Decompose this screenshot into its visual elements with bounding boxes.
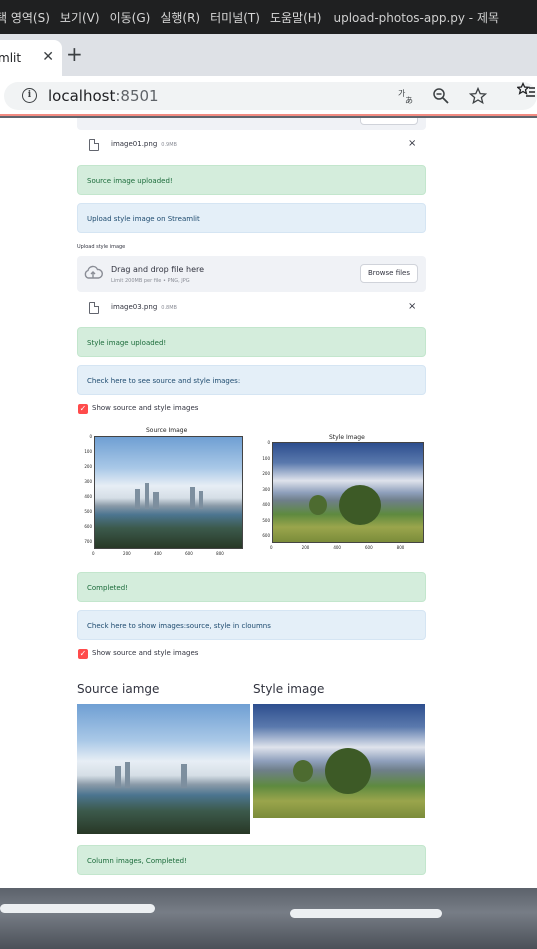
style-image-figure: Style Image 0 100 200 300 400 500 600 0 200 400 6… [257,433,427,558]
source-column-image [77,704,250,834]
info-icon[interactable]: i [22,88,37,103]
y-tick-label: 700 [84,539,92,545]
url-text[interactable]: localhost:8501 [48,87,159,105]
menu-item-selection[interactable]: 택 영역(S) [0,9,50,26]
x-tick-label: 600 [185,551,193,556]
source-browse-button[interactable] [360,118,418,125]
cloud-upload-icon [83,265,103,281]
url-port: :8501 [115,87,159,105]
new-tab-icon[interactable]: + [66,44,83,64]
y-tick-label: 500 [84,509,92,515]
style-column-header: Style image [253,682,325,696]
browse-files-button[interactable]: Browse files [360,264,418,283]
y-tick-label: 300 [84,479,92,485]
x-tick-label: 200 [123,551,131,556]
style-column-image [253,704,425,818]
show-columns-checkbox[interactable]: ✓ [78,649,88,659]
x-tick-label: 400 [333,545,341,550]
browser-tab[interactable]: mlit ✕ [0,40,62,76]
url-host: localhost [48,87,116,105]
menu-item-view[interactable]: 보기(V) [60,9,100,26]
y-tick-label: 100 [84,449,92,455]
svg-text:あ: あ [405,96,413,105]
tab-label: mlit [0,51,22,65]
menu-item-help[interactable]: 도움말(H) [270,9,322,26]
source-figure-title: Source Image [146,427,188,434]
completed-alert: Completed! [77,572,426,602]
menu-item-terminal[interactable]: 터미널(T) [210,9,260,26]
star-icon[interactable] [468,86,488,109]
style-file-row: image03.png 0.8MB [111,303,177,311]
style-uploader-dropzone[interactable]: Drag and drop file here Limit 200MB per … [77,256,426,292]
x-tick-label: 600 [365,545,373,550]
style-figure-title: Style Image [329,434,365,441]
source-image-figure: Source Image 0 100 200 300 400 500 600 700 0 200… [78,426,248,558]
y-tick-label: 100 [262,455,270,461]
window-title: upload-photos-app.py - 제목 [333,10,500,25]
menu-item-run[interactable]: 실행(R) [160,9,200,26]
x-tick-label: 400 [154,551,162,556]
show-images-checkbox[interactable]: ✓ [78,404,88,414]
style-file-name: image03.png [111,303,158,311]
upload-style-info: Upload style image on Streamlit [77,203,426,233]
source-file-name: image01.png [111,140,158,148]
translate-icon[interactable]: 가あ [397,87,415,109]
remove-style-file-icon[interactable]: × [408,301,416,312]
y-tick-label: 0 [89,434,92,439]
y-tick-label: 600 [84,524,92,530]
zoom-out-icon[interactable] [432,87,450,109]
source-column-header: Source iamge [77,682,160,696]
source-file-size: 0.9MB [161,142,177,148]
menu-bar: 택 영역(S) 보기(V) 이동(G) 실행(R) 터미널(T) 도움말(H) … [0,0,537,34]
x-tick-label: 0 [92,551,95,556]
style-uploader-label: Upload style image [77,244,126,250]
file-icon [89,139,99,151]
menu-item-go[interactable]: 이동(G) [110,9,151,26]
source-file-row: image01.png 0.9MB [111,140,177,148]
source-uploaded-alert: Source image uploaded! [77,165,426,195]
x-tick-label: 0 [270,545,273,550]
x-tick-label: 800 [396,545,405,550]
y-tick-label: 500 [262,517,270,523]
file-icon [89,302,99,314]
x-tick-label: 200 [301,545,310,550]
column-completed-alert: Column images, Completed! [77,845,426,875]
show-images-checkbox-label[interactable]: Show source and style images [92,404,198,412]
source-image-plot [94,436,243,549]
browser-toolbar: i localhost:8501 가あ [0,76,537,116]
address-bar[interactable]: i localhost:8501 가あ [4,82,537,110]
source-uploader-dropzone[interactable] [77,118,426,130]
y-tick-label: 600 [262,533,270,539]
columns-check-info: Check here to show images:source, style … [77,610,426,640]
style-image-plot [272,442,424,543]
style-file-size: 0.8MB [161,305,177,311]
show-columns-checkbox-label[interactable]: Show source and style images [92,649,198,657]
desktop-background [0,888,537,949]
close-tab-icon[interactable]: ✕ [42,49,54,65]
x-tick-label: 800 [216,551,224,556]
remove-source-file-icon[interactable]: × [408,138,416,149]
y-tick-label: 400 [262,502,270,508]
streamlit-page: image01.png 0.9MB × Source image uploaded… [0,118,537,888]
y-tick-label: 200 [262,471,270,477]
y-tick-label: 200 [84,464,92,470]
style-uploaded-alert: Style image uploaded! [77,327,426,357]
y-tick-label: 300 [262,486,270,492]
y-tick-label: 0 [267,440,270,445]
limit-text: Limit 200MB per file • PNG, JPG [111,278,190,284]
favorites-icon[interactable] [515,81,535,104]
check-here-info: Check here to see source and style image… [77,365,426,395]
y-tick-label: 400 [84,494,92,500]
drag-drop-text: Drag and drop file here [111,265,205,274]
